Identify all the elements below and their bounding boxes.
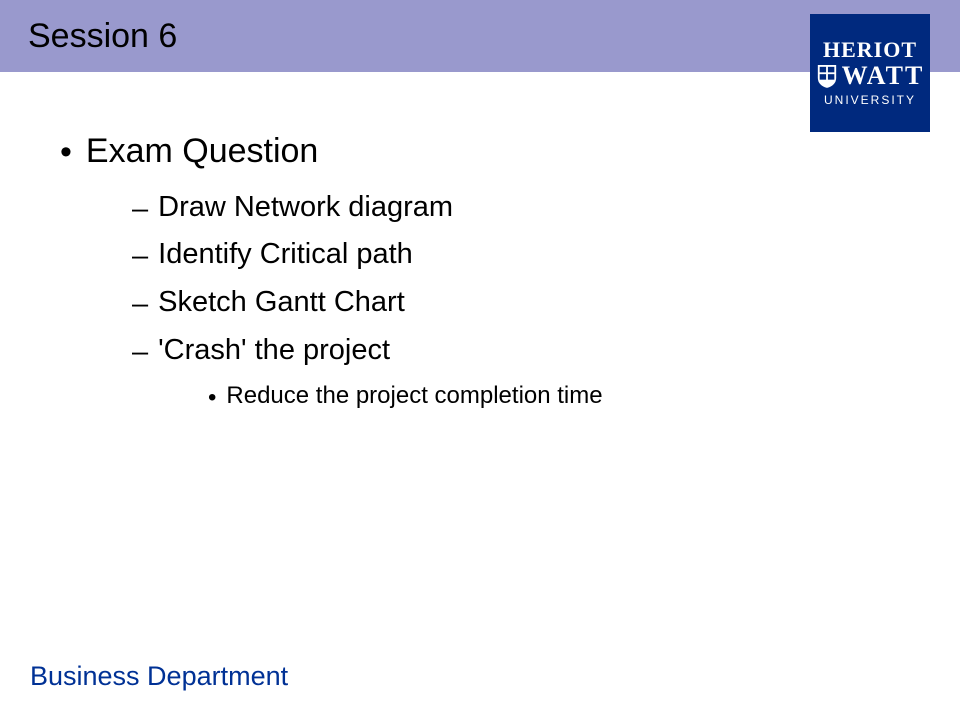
- level3-text: Reduce the project completion time: [226, 382, 602, 410]
- logo-text-watt: WATT: [842, 63, 925, 89]
- footer-department: Business Department: [30, 661, 288, 692]
- level2-text: Draw Network diagram: [158, 191, 453, 224]
- logo-text-heriot: HERIOT: [823, 39, 917, 61]
- level2-text: Identify Critical path: [158, 238, 413, 271]
- level2-text: Sketch Gantt Chart: [158, 286, 405, 319]
- bullet-level2: – Draw Network diagram: [132, 191, 920, 229]
- slide-title: Session 6: [28, 17, 177, 56]
- level2-text: 'Crash' the project: [158, 334, 390, 367]
- shield-icon: [816, 63, 838, 89]
- bullet-dot-icon: •: [208, 382, 216, 413]
- level1-text: Exam Question: [86, 132, 318, 171]
- dash-icon: –: [132, 286, 148, 324]
- dash-icon: –: [132, 334, 148, 372]
- logo-watt-row: WATT: [816, 63, 925, 89]
- bullet-dot-icon: •: [60, 132, 72, 173]
- logo-text-university: UNIVERSITY: [824, 93, 916, 107]
- dash-icon: –: [132, 191, 148, 229]
- university-logo: HERIOT WATT UNIVERSITY: [810, 14, 930, 132]
- bullet-level2: – Sketch Gantt Chart: [132, 286, 920, 324]
- bullet-level2: – 'Crash' the project: [132, 334, 920, 372]
- bullet-level1: • Exam Question: [60, 132, 920, 173]
- bullet-level3: • Reduce the project completion time: [208, 382, 920, 413]
- dash-icon: –: [132, 238, 148, 276]
- bullet-level2: – Identify Critical path: [132, 238, 920, 276]
